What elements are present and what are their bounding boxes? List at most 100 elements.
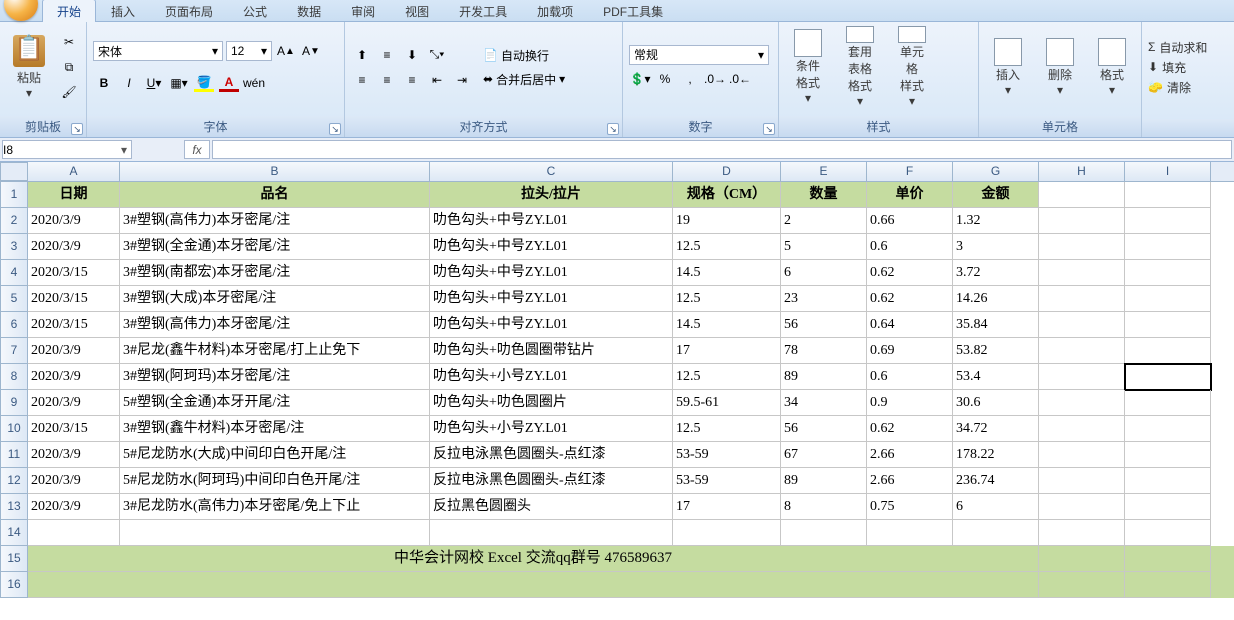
cell[interactable]: 叻色勾头+中号ZY.L01 xyxy=(430,260,673,286)
column-header-H[interactable]: H xyxy=(1039,162,1125,181)
cell[interactable]: 叻色勾头+小号ZY.L01 xyxy=(430,416,673,442)
cell[interactable]: 5 xyxy=(781,234,867,260)
cell[interactable]: 0.6 xyxy=(867,234,953,260)
cell[interactable] xyxy=(120,520,430,546)
cell[interactable] xyxy=(781,520,867,546)
cell[interactable] xyxy=(1039,494,1125,520)
cell[interactable] xyxy=(1039,364,1125,390)
cell[interactable] xyxy=(1125,572,1211,598)
cell[interactable]: 34 xyxy=(781,390,867,416)
cell[interactable]: 35.84 xyxy=(953,312,1039,338)
column-header-D[interactable]: D xyxy=(673,162,781,181)
cell[interactable]: 12.5 xyxy=(673,234,781,260)
cell[interactable]: 拉头/拉片 xyxy=(430,182,673,208)
cell[interactable]: 2020/3/9 xyxy=(28,338,120,364)
cell[interactable] xyxy=(1039,520,1125,546)
column-header-G[interactable]: G xyxy=(953,162,1039,181)
cell[interactable]: 3#尼龙防水(高伟力)本牙密尾/免上下止 xyxy=(120,494,430,520)
cell[interactable] xyxy=(1039,442,1125,468)
cell[interactable]: 单价 xyxy=(867,182,953,208)
cell[interactable] xyxy=(1125,520,1211,546)
clear-button[interactable]: 🧽清除 xyxy=(1148,79,1207,96)
cell[interactable] xyxy=(1039,182,1125,208)
cell[interactable] xyxy=(1039,546,1125,572)
cell[interactable]: 67 xyxy=(781,442,867,468)
cell[interactable] xyxy=(1039,468,1125,494)
dialog-launcher-icon[interactable]: ↘ xyxy=(607,123,619,135)
cell[interactable] xyxy=(1125,442,1211,468)
tab-4[interactable]: 数据 xyxy=(282,0,336,22)
column-header-F[interactable]: F xyxy=(867,162,953,181)
cell[interactable]: 5#尼龙防水(大成)中间印白色开尾/注 xyxy=(120,442,430,468)
cell[interactable]: 反拉黑色圆圈头 xyxy=(430,494,673,520)
cell[interactable] xyxy=(1125,312,1211,338)
cell[interactable]: 0.6 xyxy=(867,364,953,390)
cell[interactable]: 叻色勾头+中号ZY.L01 xyxy=(430,286,673,312)
cell[interactable] xyxy=(430,520,673,546)
cell[interactable]: 0.9 xyxy=(867,390,953,416)
cell[interactable]: 2020/3/9 xyxy=(28,208,120,234)
number-format-select[interactable]: 常规▾ xyxy=(629,45,769,65)
cell[interactable]: 178.22 xyxy=(953,442,1039,468)
cell[interactable]: 56 xyxy=(781,416,867,442)
cell[interactable]: 2020/3/15 xyxy=(28,260,120,286)
tab-7[interactable]: 开发工具 xyxy=(444,0,522,22)
cell[interactable]: 1.32 xyxy=(953,208,1039,234)
bold-button[interactable]: B xyxy=(93,72,115,94)
cell[interactable]: 12.5 xyxy=(673,416,781,442)
cell[interactable]: 23 xyxy=(781,286,867,312)
increase-indent-button[interactable]: ⇥ xyxy=(451,69,473,91)
cell[interactable] xyxy=(867,520,953,546)
cell[interactable]: 0.62 xyxy=(867,416,953,442)
cell[interactable]: 5#尼龙防水(阿珂玛)中间印白色开尾/注 xyxy=(120,468,430,494)
column-header-C[interactable]: C xyxy=(430,162,673,181)
fill-color-button[interactable]: 🪣 xyxy=(193,72,215,94)
cell[interactable] xyxy=(1125,494,1211,520)
tab-0[interactable]: 开始 xyxy=(42,0,96,22)
font-name-select[interactable]: 宋体▾ xyxy=(93,41,223,61)
cell[interactable]: 3.72 xyxy=(953,260,1039,286)
cell[interactable]: 3#塑钢(高伟力)本牙密尾/注 xyxy=(120,312,430,338)
align-top-button[interactable]: ⬆ xyxy=(351,44,373,66)
office-button[interactable] xyxy=(4,0,38,21)
cut-button[interactable]: ✂ xyxy=(58,31,80,53)
cell[interactable]: 3#尼龙(鑫牛材料)本牙密尾/打上止免下 xyxy=(120,338,430,364)
tab-3[interactable]: 公式 xyxy=(228,0,282,22)
cell[interactable]: 19 xyxy=(673,208,781,234)
cell[interactable]: 金额 xyxy=(953,182,1039,208)
cell[interactable]: 2020/3/9 xyxy=(28,442,120,468)
cell[interactable]: 12.5 xyxy=(673,364,781,390)
cell[interactable] xyxy=(1039,312,1125,338)
cell[interactable]: 53.82 xyxy=(953,338,1039,364)
copy-button[interactable]: ⧉ xyxy=(58,56,80,78)
name-box[interactable]: I8 ▾ xyxy=(2,140,132,159)
underline-button[interactable]: U▾ xyxy=(143,72,165,94)
cell[interactable]: 59.5-61 xyxy=(673,390,781,416)
cell[interactable]: 数量 xyxy=(781,182,867,208)
select-all-corner[interactable] xyxy=(0,162,28,181)
cell[interactable]: 14.26 xyxy=(953,286,1039,312)
cell[interactable]: 6 xyxy=(953,494,1039,520)
comma-button[interactable]: , xyxy=(679,68,701,90)
cell[interactable] xyxy=(1039,572,1125,598)
column-header-B[interactable]: B xyxy=(120,162,430,181)
cell[interactable] xyxy=(953,520,1039,546)
cell[interactable] xyxy=(28,572,1039,598)
row-header-1[interactable]: 1 xyxy=(0,182,28,208)
cell[interactable]: 叻色勾头+叻色圆圈片 xyxy=(430,390,673,416)
row-header-6[interactable]: 6 xyxy=(0,312,28,338)
row-header-4[interactable]: 4 xyxy=(0,260,28,286)
row-header-14[interactable]: 14 xyxy=(0,520,28,546)
cell[interactable] xyxy=(1125,234,1211,260)
cell[interactable]: 品名 xyxy=(120,182,430,208)
conditional-format-button[interactable]: 条件格式▾ xyxy=(783,24,833,110)
cell[interactable]: 2.66 xyxy=(867,442,953,468)
cell[interactable]: 3#塑钢(南都宏)本牙密尾/注 xyxy=(120,260,430,286)
cell[interactable]: 78 xyxy=(781,338,867,364)
cell[interactable] xyxy=(1125,208,1211,234)
cell[interactable]: 3#塑钢(阿珂玛)本牙密尾/注 xyxy=(120,364,430,390)
cell[interactable] xyxy=(1125,182,1211,208)
row-header-15[interactable]: 15 xyxy=(0,546,28,572)
cell[interactable]: 3#塑钢(全金通)本牙密尾/注 xyxy=(120,234,430,260)
cell[interactable]: 56 xyxy=(781,312,867,338)
